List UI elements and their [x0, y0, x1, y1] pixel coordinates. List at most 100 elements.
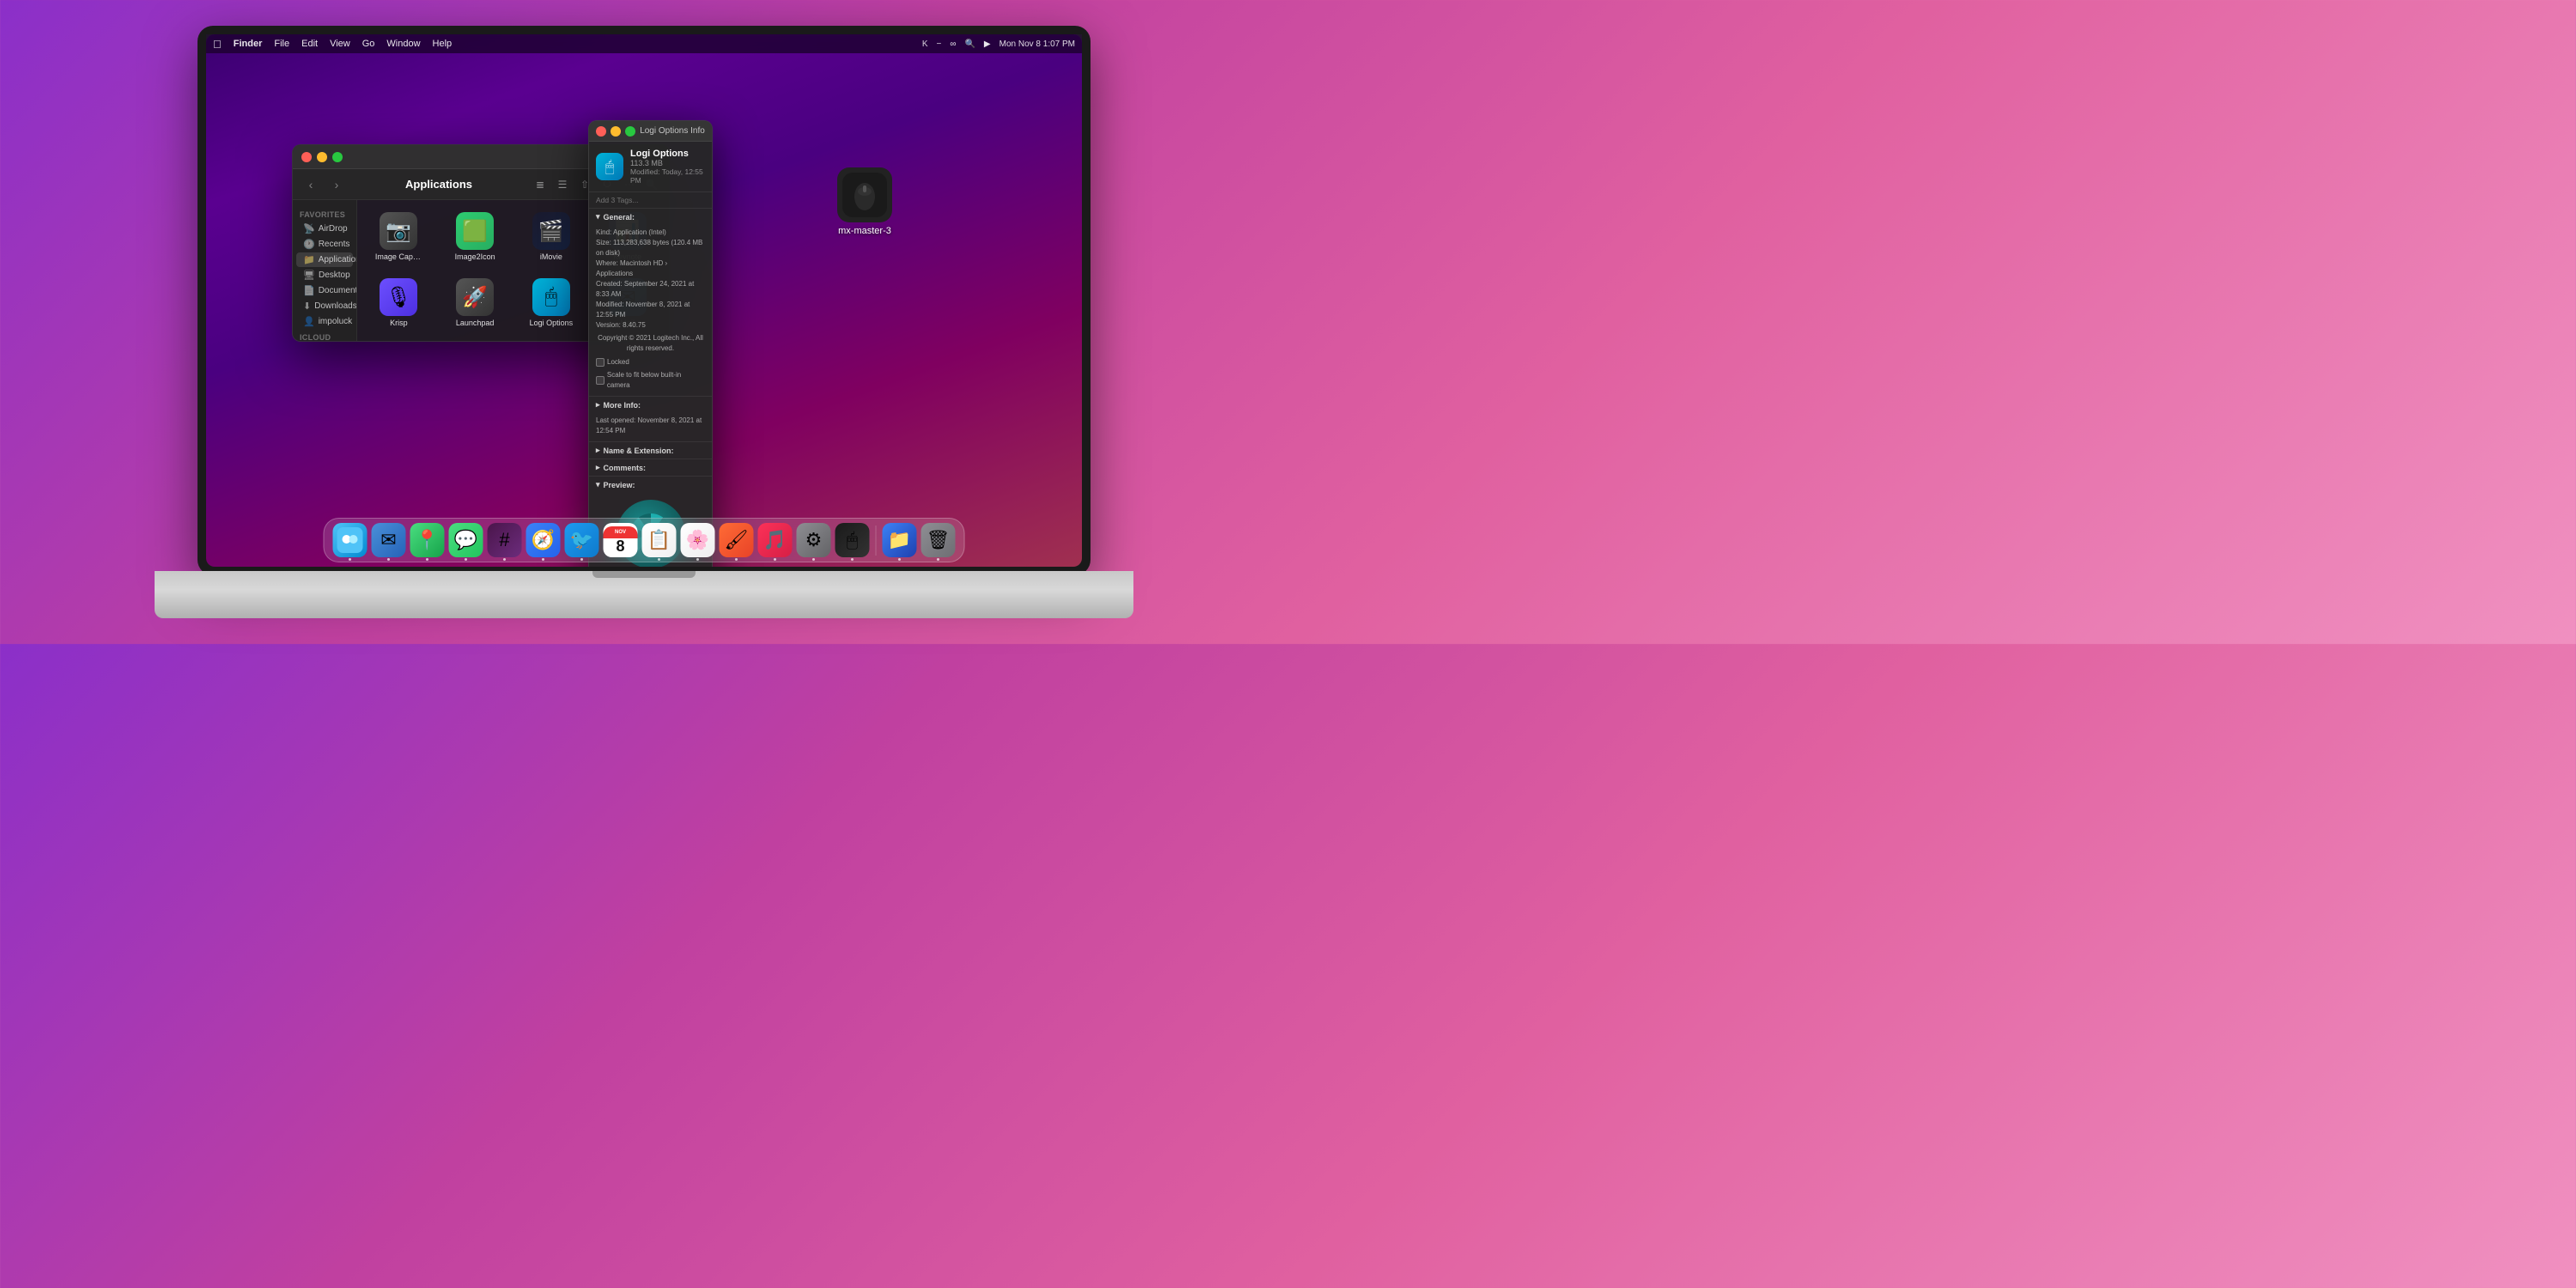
menubar-bt-icon: − [936, 39, 941, 49]
view-icon[interactable]: ≣ [532, 176, 549, 193]
app-item-mission-control[interactable]: ⊞Mission Control [517, 339, 586, 341]
sidebar-item-impoluck[interactable]: 👤 impoluck [296, 314, 353, 329]
app-item-image2icon[interactable]: 🟩Image2Icon [440, 207, 510, 266]
menubar:  Finder File Edit View Go Window Help K… [206, 34, 1082, 53]
menu-go[interactable]: Go [362, 39, 375, 49]
dock-item-maps-2[interactable]: 📍 [410, 523, 445, 557]
dock-item-calendar-7[interactable]: NOV8 [604, 523, 638, 557]
info-general-header[interactable]: ▾ General: [589, 209, 712, 225]
maximize-button[interactable] [332, 152, 343, 162]
info-kind: Kind: Application (Intel) [596, 228, 705, 238]
dock-item-trash-15[interactable]: 🗑 [921, 523, 956, 557]
menubar-left:  Finder File Edit View Go Window Help [213, 38, 922, 51]
info-scale-row: Scale to fit below built-in camera [596, 370, 705, 391]
dock-item-finder-0[interactable] [333, 523, 368, 557]
dock-item-slack-4[interactable]: # [488, 523, 522, 557]
recents-icon: 🕐 [303, 239, 315, 250]
apple-logo-icon[interactable]:  [213, 38, 222, 51]
finder-sidebar: Favorites 📡 AirDrop 🕐 Recents 📁 Applicat… [293, 200, 357, 341]
arrange-icon[interactable]: ☰ [554, 176, 571, 193]
app-label-image2icon: Image2Icon [455, 252, 495, 261]
scale-label: Scale to fit below built-in camera [607, 370, 705, 391]
sidebar-item-airdrop[interactable]: 📡 AirDrop [296, 222, 353, 236]
minimize-button[interactable] [317, 152, 327, 162]
screen-bezel:  Finder File Edit View Go Window Help K… [197, 26, 1091, 575]
info-minimize-button[interactable] [611, 126, 621, 137]
info-window-title: Logi Options Info [640, 126, 705, 136]
info-version: Version: 8.40.75 [596, 320, 705, 331]
dock-item-system-preferences-12[interactable]: ⚙ [797, 523, 831, 557]
dock-item-brushes-10[interactable]: 🖌 [720, 523, 754, 557]
downloads-icon: ⬇ [303, 301, 311, 312]
app-label-image-capture: Image Capture [375, 252, 422, 261]
dock-item-photos-9[interactable]: 🌸 [681, 523, 715, 557]
app-item-krisp[interactable]: 🎙Krisp [364, 273, 434, 332]
chevron-right-name-icon: ▸ [596, 446, 600, 455]
app-icon-launchpad: 🚀 [456, 278, 494, 316]
info-where: Where: Macintosh HD › Applications [596, 258, 705, 279]
info-general-section: ▾ General: Kind: Application (Intel) Siz… [589, 209, 712, 397]
info-name-header[interactable]: ▸ Name & Extension: [589, 442, 712, 459]
desktop-screen:  Finder File Edit View Go Window Help K… [206, 34, 1082, 567]
back-button[interactable]: ‹ [301, 175, 320, 194]
app-item-image-capture[interactable]: 📷Image Capture [364, 207, 434, 266]
menubar-right: K − ∞ 🔍 ▶ Mon Nov 8 1:07 PM [922, 39, 1075, 49]
dock-item-twitter-6[interactable]: 🐦 [565, 523, 599, 557]
app-item-imovie[interactable]: 🎬iMovie [517, 207, 586, 266]
favorites-label: Favorites [293, 207, 356, 221]
laptop:  Finder File Edit View Go Window Help K… [155, 26, 1133, 618]
preview-label: Preview: [604, 481, 635, 489]
info-comments-header[interactable]: ▸ Comments: [589, 459, 712, 476]
app-item-logi-options[interactable]: 🖱Logi Options [517, 273, 586, 332]
dock-item-finder-14[interactable]: 📁 [883, 523, 917, 557]
info-name-section: ▸ Name & Extension: [589, 442, 712, 459]
app-item-messages[interactable]: 💬Messages [440, 339, 510, 341]
sidebar-desktop-label: Desktop [319, 270, 350, 280]
more-info-label: More Info: [604, 401, 641, 410]
sidebar-item-applications[interactable]: 📁 Applications [296, 252, 353, 267]
laptop-base [155, 571, 1133, 618]
finder-toolbar-title: Applications [353, 178, 525, 191]
logi-app-icon: 🖱 [596, 153, 623, 180]
close-button[interactable] [301, 152, 312, 162]
info-app-size: 113.3 MB [630, 159, 705, 167]
sidebar-item-downloads[interactable]: ⬇ Downloads [296, 299, 353, 313]
dock-item-messages-3[interactable]: 💬 [449, 523, 483, 557]
sidebar-item-documents[interactable]: 📄 Documents [296, 283, 353, 298]
applications-icon: 📁 [303, 254, 315, 265]
dock-item-logitech-13[interactable]: 🖱 [835, 523, 870, 557]
dock: ✉📍💬#🧭🐦NOV8📋🌸🖌🎵⚙🖱 📁🗑 [324, 518, 965, 562]
info-tags[interactable]: Add 3 Tags... [589, 192, 712, 209]
menu-finder[interactable]: Finder [234, 39, 263, 49]
info-last-opened: Last opened: November 8, 2021 at 12:54 P… [596, 416, 705, 436]
info-close-button[interactable] [596, 126, 606, 137]
info-comments-section: ▸ Comments: [589, 459, 712, 477]
menubar-siri-icon[interactable]: ▶ [984, 39, 991, 49]
sidebar-impoluck-label: impoluck [319, 317, 352, 326]
menu-window[interactable]: Window [386, 39, 420, 49]
dock-item-mail-1[interactable]: ✉ [372, 523, 406, 557]
dock-item-reminders-8[interactable]: 📋 [642, 523, 677, 557]
menubar-search-icon[interactable]: 🔍 [964, 39, 975, 49]
sidebar-item-recents[interactable]: 🕐 Recents [296, 237, 353, 252]
app-label-imovie: iMovie [540, 252, 562, 261]
info-size: Size: 113,283,638 bytes (120.4 MB on dis… [596, 238, 705, 258]
menubar-datetime: Mon Nov 8 1:07 PM [999, 39, 1075, 49]
dock-item-safari-5[interactable]: 🧭 [526, 523, 561, 557]
airdrop-icon: 📡 [303, 223, 315, 234]
sidebar-item-desktop[interactable]: 🖥 Desktop [296, 268, 353, 283]
desktop-icon-mx-master[interactable]: mx-master-3 [837, 167, 892, 236]
menu-edit[interactable]: Edit [301, 39, 318, 49]
sidebar-downloads-label: Downloads [314, 301, 356, 311]
sidebar-airdrop-label: AirDrop [319, 224, 348, 234]
dock-item-music-11[interactable]: 🎵 [758, 523, 793, 557]
info-more-header[interactable]: ▸ More Info: [589, 397, 712, 413]
menu-view[interactable]: View [330, 39, 350, 49]
menu-help[interactable]: Help [433, 39, 453, 49]
info-maximize-button[interactable] [625, 126, 635, 137]
forward-button[interactable]: › [327, 175, 346, 194]
info-preview-header[interactable]: ▾ Preview: [589, 477, 712, 493]
app-item-maps[interactable]: 🗺Maps [364, 339, 434, 341]
menu-file[interactable]: File [274, 39, 289, 49]
app-item-launchpad[interactable]: 🚀Launchpad [440, 273, 510, 332]
